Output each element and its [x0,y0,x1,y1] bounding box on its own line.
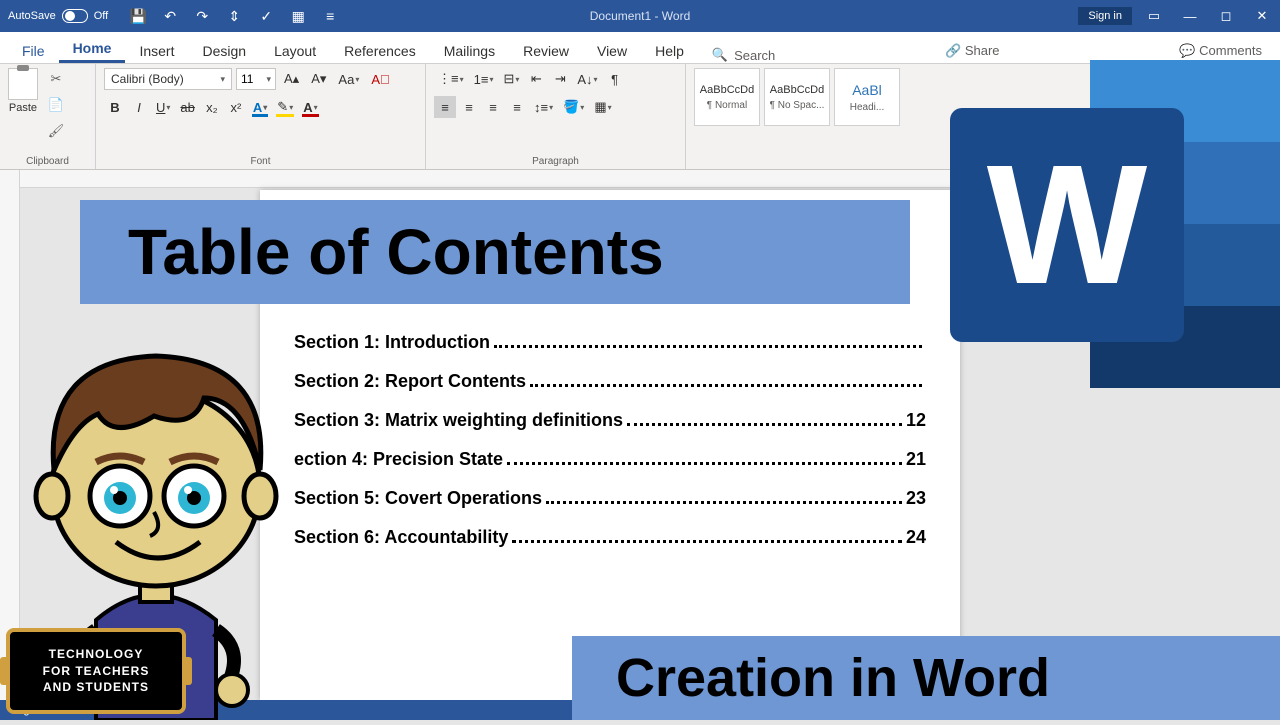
maximize-icon[interactable]: ◻ [1208,0,1244,32]
highlight-icon[interactable]: ✎ [273,96,297,118]
paste-label: Paste [9,102,37,114]
shading-icon[interactable]: 🪣 [559,96,588,118]
overlay-title-banner: Table of Contents [80,200,910,304]
undo-icon[interactable]: ↶ [156,2,184,30]
font-family-selector[interactable]: Calibri (Body)▾ [104,68,232,90]
save-icon[interactable]: 💾 [124,2,152,30]
channel-tablet: TECHNOLOGY FOR TEACHERS AND STUDENTS [6,628,186,714]
font-color-icon[interactable]: A [299,96,321,118]
bullets-icon[interactable]: ⋮≡ [434,68,468,90]
borders-icon[interactable]: ▦ [590,96,615,118]
tab-layout[interactable]: Layout [260,37,330,63]
multilevel-list-icon[interactable]: ⊟ [499,68,523,90]
tablet-line1: TECHNOLOGY [49,646,144,663]
ribbon-mode-icon[interactable]: ▭ [1136,0,1172,32]
paragraph-label: Paragraph [434,154,677,167]
outdent-icon[interactable]: ⇤ [525,68,547,90]
window-controls: Sign in ▭ — ◻ ✕ [1078,0,1280,32]
table-row: Section 3: Matrix weighting definitions1… [294,410,926,431]
tab-view[interactable]: View [583,37,641,63]
autosave-label: AutoSave [8,10,56,22]
justify-icon[interactable]: ≡ [506,96,528,118]
touchmode-icon[interactable]: ⇕ [220,2,248,30]
underline-button[interactable]: U [152,96,174,118]
indent-icon[interactable]: ⇥ [549,68,571,90]
align-center-icon[interactable]: ≡ [458,96,480,118]
table-row: Section 6: Accountability24 [294,527,926,548]
overlay-subtitle-banner: Creation in Word [572,636,1280,720]
align-right-icon[interactable]: ≡ [482,96,504,118]
spelling-icon[interactable]: ✓ [252,2,280,30]
title-bar: AutoSave Off 💾 ↶ ↷ ⇕ ✓ ▦ ≡ Document1 - W… [0,0,1280,32]
text-effects-icon[interactable]: A [249,96,271,118]
font-family-value: Calibri (Body) [111,72,184,86]
tab-design[interactable]: Design [188,37,260,63]
group-clipboard: Paste ✂ 📄 🖌 Clipboard [0,64,96,169]
group-paragraph: ⋮≡ 1≡ ⊟ ⇤ ⇥ A↓ ¶ ≡ ≡ ≡ ≡ ↕≡ 🪣 ▦ Paragrap… [426,64,686,169]
tab-references[interactable]: References [330,37,430,63]
more-icon[interactable]: ≡ [316,2,344,30]
tablet-line2: FOR TEACHERS [43,663,150,680]
signin-button[interactable]: Sign in [1078,7,1132,25]
tab-help[interactable]: Help [641,37,698,63]
font-size-value: 11 [241,72,253,86]
document-title: Document1 - Word [590,9,690,23]
quick-access-toolbar: 💾 ↶ ↷ ⇕ ✓ ▦ ≡ [116,2,344,30]
shrink-font-icon[interactable]: A▾ [307,68,330,90]
change-case-icon[interactable]: Aa [334,68,363,90]
table-row: ection 4: Precision State21 [294,449,926,470]
clipboard-label: Clipboard [8,154,87,167]
italic-button[interactable]: I [128,96,150,118]
overlay-title-text: Table of Contents [128,215,664,289]
align-left-icon[interactable]: ≡ [434,96,456,118]
tell-me-search[interactable]: 🔍 Search [712,47,775,63]
autosave-toggle[interactable]: AutoSave Off [0,9,116,23]
table-icon[interactable]: ▦ [284,2,312,30]
style-nospacing[interactable]: AaBbCcDd ¶ No Spac... [764,68,830,126]
tab-mailings[interactable]: Mailings [430,37,509,63]
style-heading1[interactable]: AaBl Headi... [834,68,900,126]
clear-formatting-icon[interactable]: A⃠ [367,68,393,90]
tab-file[interactable]: File [8,37,59,63]
tablet-line3: AND STUDENTS [43,679,149,696]
copy-icon[interactable]: 📄 [44,94,68,116]
bold-button[interactable]: B [104,96,126,118]
tab-review[interactable]: Review [509,37,583,63]
format-painter-icon[interactable]: 🖌 [44,120,68,142]
superscript-button[interactable]: x² [225,96,247,118]
autosave-state: Off [94,10,108,22]
line-spacing-icon[interactable]: ↕≡ [530,96,557,118]
style-normal[interactable]: AaBbCcDd ¶ Normal [694,68,760,126]
search-label: Search [734,48,775,63]
table-row: Section 1: Introduction [294,332,926,353]
font-label: Font [104,154,417,167]
grow-font-icon[interactable]: A▴ [280,68,303,90]
minimize-icon[interactable]: — [1172,0,1208,32]
paste-icon [8,68,38,100]
subscript-button[interactable]: x₂ [201,96,223,118]
group-font: Calibri (Body)▾ 11▾ A▴ A▾ Aa A⃠ B I U ab… [96,64,426,169]
tab-insert[interactable]: Insert [125,37,188,63]
toggle-icon [62,9,88,23]
close-icon[interactable]: ✕ [1244,0,1280,32]
table-row: Section 2: Report Contents [294,371,926,392]
numbering-icon[interactable]: 1≡ [470,68,498,90]
cut-icon[interactable]: ✂ [44,68,68,90]
tab-home[interactable]: Home [59,34,126,63]
strikethrough-button[interactable]: ab [176,96,198,118]
redo-icon[interactable]: ↷ [188,2,216,30]
table-row: Section 5: Covert Operations23 [294,488,926,509]
show-marks-icon[interactable]: ¶ [604,68,626,90]
paste-button[interactable]: Paste [8,68,38,114]
word-logo-icon: W [950,60,1280,390]
search-icon: 🔍 [712,47,728,63]
font-size-selector[interactable]: 11▾ [236,68,276,90]
overlay-subtitle-text: Creation in Word [616,647,1050,709]
sort-icon[interactable]: A↓ [573,68,601,90]
